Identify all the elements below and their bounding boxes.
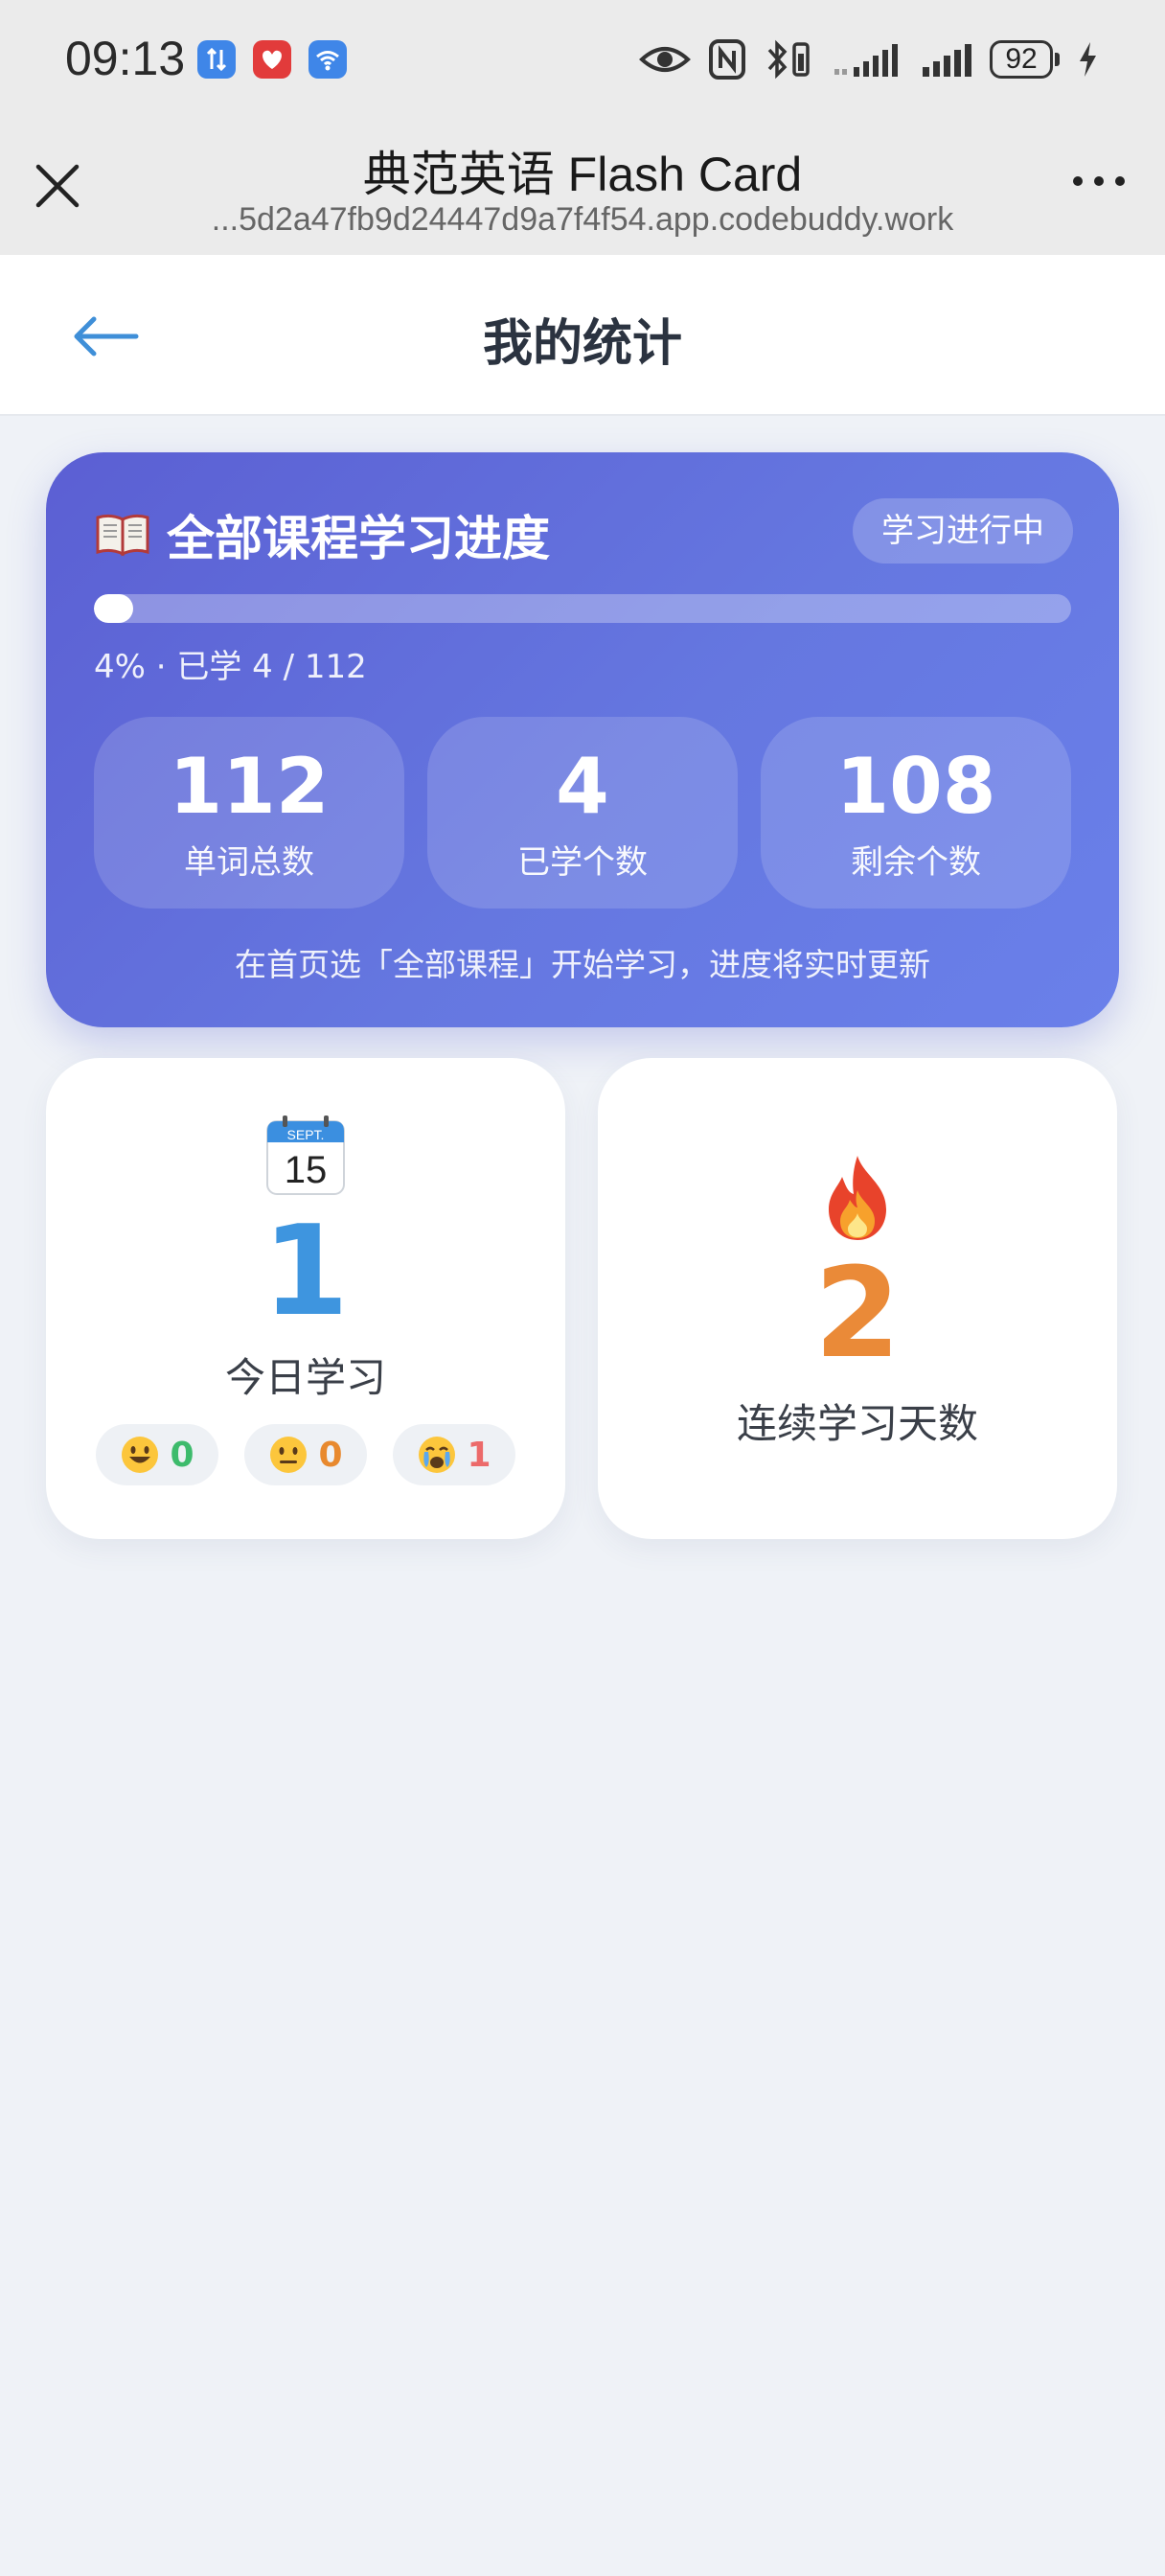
mood-medium: 0 [244, 1424, 367, 1485]
browser-title-bar: 典范英语 Flash Card ...5d2a47fb9d24447d9a7f4… [0, 119, 1165, 255]
stat-value: 4 [556, 742, 609, 831]
eye-icon [639, 47, 691, 72]
stat-label: 单词总数 [184, 843, 314, 882]
stat-label: 剩余个数 [851, 843, 981, 882]
mood-count: 0 [170, 1435, 194, 1475]
charging-icon [1080, 42, 1096, 77]
nfc-icon [709, 39, 745, 80]
stat-label: 已学个数 [517, 843, 648, 882]
progress-card-heading: 全部课程学习进度 [94, 500, 550, 569]
mood-count: 1 [467, 1435, 491, 1475]
bluetooth-icon [767, 39, 810, 80]
streak-label: 连续学习天数 [736, 1400, 978, 1447]
app-notification-icon [253, 40, 291, 79]
more-dot-icon [1115, 176, 1125, 186]
progress-hint: 在首页选「全部课程」开始学习，进度将实时更新 [235, 946, 930, 983]
status-badge: 学习进行中 [853, 498, 1073, 564]
wifi-icon [308, 40, 347, 79]
more-dot-icon [1094, 176, 1104, 186]
browser-url: ...5d2a47fb9d24447d9a7f4f54.app.codebudd… [211, 201, 954, 238]
mood-breakdown: 0 0 1 [96, 1424, 515, 1485]
progress-card-title: 全部课程学习进度 [167, 511, 550, 566]
battery-indicator: 92 [990, 40, 1060, 79]
progress-bar-fill [94, 594, 133, 623]
signal-icon [834, 44, 898, 77]
calendar-month: SEPT. [287, 1127, 325, 1142]
stat-learned: 4 已学个数 [427, 717, 738, 908]
grinning-face-icon [122, 1437, 159, 1473]
open-book-icon [96, 514, 149, 557]
today-label: 今日学习 [224, 1354, 386, 1401]
stat-value: 112 [169, 742, 330, 831]
crying-face-icon [419, 1437, 456, 1473]
progress-bar [94, 594, 1071, 623]
today-study-card: SEPT. 15 1 今日学习 0 0 1 [46, 1058, 565, 1539]
stat-remaining: 108 剩余个数 [761, 717, 1071, 908]
mood-easy: 0 [96, 1424, 218, 1485]
status-time: 09:13 [65, 32, 186, 85]
calendar-icon: SEPT. 15 [266, 1116, 345, 1195]
page-title: 我的统计 [482, 315, 682, 373]
fire-icon [829, 1156, 886, 1240]
progress-text: 4% · 已学 4 / 112 [94, 648, 367, 686]
app-header: 我的统计 [0, 255, 1165, 416]
more-dot-icon [1073, 176, 1083, 186]
stat-value: 108 [835, 742, 996, 831]
stat-total-words: 112 单词总数 [94, 717, 404, 908]
streak-card: 2 连续学习天数 [598, 1058, 1117, 1539]
streak-count: 2 [813, 1240, 902, 1386]
neutral-face-icon [270, 1437, 308, 1473]
battery-level: 92 [990, 40, 1053, 79]
signal-icon [923, 44, 971, 77]
browser-title: 典范英语 Flash Card [362, 148, 803, 201]
more-menu-button[interactable] [1073, 176, 1125, 186]
calendar-day: 15 [285, 1149, 328, 1191]
mood-hard: 1 [393, 1424, 515, 1485]
data-transfer-icon [197, 40, 236, 79]
course-progress-card: 全部课程学习进度 学习进行中 4% · 已学 4 / 112 112 单词总数 … [46, 452, 1119, 1027]
status-bar: 09:13 92 [0, 0, 1165, 119]
status-icons: 92 [639, 33, 1098, 86]
mood-count: 0 [318, 1435, 343, 1475]
stats-row: 112 单词总数 4 已学个数 108 剩余个数 [94, 717, 1071, 908]
today-count: 1 [262, 1198, 350, 1344]
